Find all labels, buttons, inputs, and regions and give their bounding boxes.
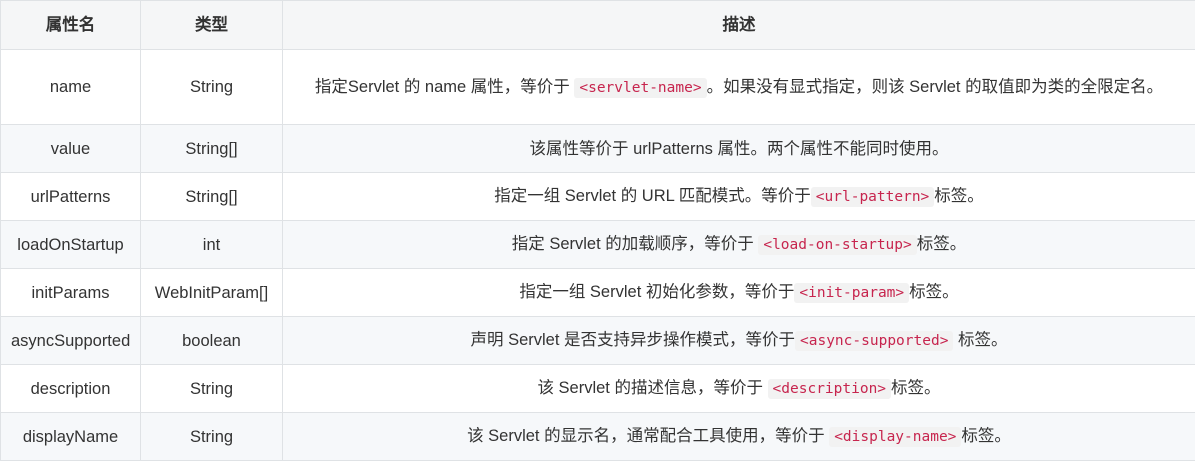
description-text: 指定一组 Servlet 初始化参数，等价于 (519, 283, 795, 301)
description-text: 指定 Servlet 的加载顺序，等价于 (511, 235, 759, 253)
cell-type: String (140, 49, 283, 125)
cell-type: boolean (140, 316, 283, 365)
header-attr-name: 属性名 (0, 0, 141, 50)
cell-description: 指定 Servlet 的加载顺序，等价于 <load-on-startup> 标签… (282, 220, 1195, 269)
cell-description: 该 Servlet 的显示名，通常配合工具使用，等价于 <display-nam… (282, 412, 1195, 461)
inline-code-tag: <init-param> (794, 283, 910, 303)
description-text: 指定一组 Servlet 的 URL 匹配模式。等价于 (494, 187, 811, 205)
attribute-table: 属性名 类型 描述 name String 指定Servlet 的 name 属性，… (0, 0, 1195, 461)
cell-type: WebInitParam[] (140, 268, 283, 317)
description-text: 指定Servlet 的 name 属性，等价于 (314, 77, 575, 96)
inline-code-tag: <url-pattern> (810, 187, 935, 207)
cell-attr-name: value (0, 124, 141, 173)
description-text: 该 Servlet 的描述信息，等价于 (537, 379, 768, 397)
cell-description: 指定Servlet 的 name 属性，等价于 <servlet-name> 。如… (282, 49, 1195, 125)
inline-code-tag: <async-supported> (795, 331, 954, 351)
description-text: 。如果没有显式指定，则该 Servlet 的取值即为类的全限定名。 (706, 77, 1164, 96)
cell-type: String (140, 412, 283, 461)
cell-attr-name: loadOnStartup (0, 220, 141, 269)
cell-description: 指定一组 Servlet 的 URL 匹配模式。等价于 <url-pattern>… (282, 172, 1195, 221)
inline-code-tag: <load-on-startup> (758, 235, 917, 255)
description-text: 标签。 (953, 331, 1008, 349)
cell-type: int (140, 220, 283, 269)
table-row: asyncSupported boolean 声明 Servlet 是否支持异步操作… (0, 316, 1195, 365)
cell-attr-name: urlPatterns (0, 172, 141, 221)
table-row: initParams WebInitParam[] 指定一组 Servlet 初始化… (0, 268, 1195, 317)
cell-attr-name: asyncSupported (0, 316, 141, 365)
cell-description: 指定一组 Servlet 初始化参数，等价于 <init-param> 标签。 (282, 268, 1195, 317)
inline-code-tag: <servlet-name> (574, 77, 707, 98)
header-type: 类型 (140, 0, 283, 50)
cell-description: 该 Servlet 的描述信息，等价于 <description> 标签。 (282, 364, 1195, 413)
table-row: description String 该 Servlet 的描述信息，等价于 <de… (0, 364, 1195, 413)
table-row: displayName String 该 Servlet 的显示名，通常配合工具使用… (0, 412, 1195, 461)
cell-attr-name: initParams (0, 268, 141, 317)
inline-code-tag: <description> (767, 379, 892, 399)
header-row: 属性名 类型 描述 (0, 0, 1195, 50)
cell-attr-name: description (0, 364, 141, 413)
description-text: 标签。 (909, 283, 959, 301)
table-body: name String 指定Servlet 的 name 属性，等价于 <servl… (0, 49, 1195, 461)
cell-description: 该属性等价于 urlPatterns 属性。两个属性不能同时使用。 (282, 124, 1195, 173)
cell-type: String[] (140, 124, 283, 173)
description-text: 标签。 (916, 235, 967, 253)
description-text: 该属性等价于 urlPatterns 属性。两个属性不能同时使用。 (529, 139, 949, 158)
inline-code-tag: <display-name> (829, 427, 962, 447)
table-row: urlPatterns String[] 指定一组 Servlet 的 URL 匹配… (0, 172, 1195, 221)
description-text: 标签。 (891, 379, 941, 397)
table-row: loadOnStartup int 指定 Servlet 的加载顺序，等价于 <lo… (0, 220, 1195, 269)
table-row: value String[] 该属性等价于 urlPatterns 属性。两个属性不… (0, 124, 1195, 173)
table-header: 属性名 类型 描述 (0, 0, 1195, 50)
cell-description: 声明 Servlet 是否支持异步操作模式，等价于 <async-supporte… (282, 316, 1195, 365)
description-text: 标签。 (961, 427, 1011, 445)
description-text: 该 Servlet 的显示名，通常配合工具使用，等价于 (467, 427, 830, 445)
cell-attr-name: displayName (0, 412, 141, 461)
cell-attr-name: name (0, 49, 141, 125)
header-description: 描述 (282, 0, 1195, 50)
description-text: 标签。 (934, 187, 984, 205)
table-row: name String 指定Servlet 的 name 属性，等价于 <servl… (0, 49, 1195, 125)
description-text: 声明 Servlet 是否支持异步操作模式，等价于 (470, 331, 796, 349)
cell-type: String (140, 364, 283, 413)
cell-type: String[] (140, 172, 283, 221)
